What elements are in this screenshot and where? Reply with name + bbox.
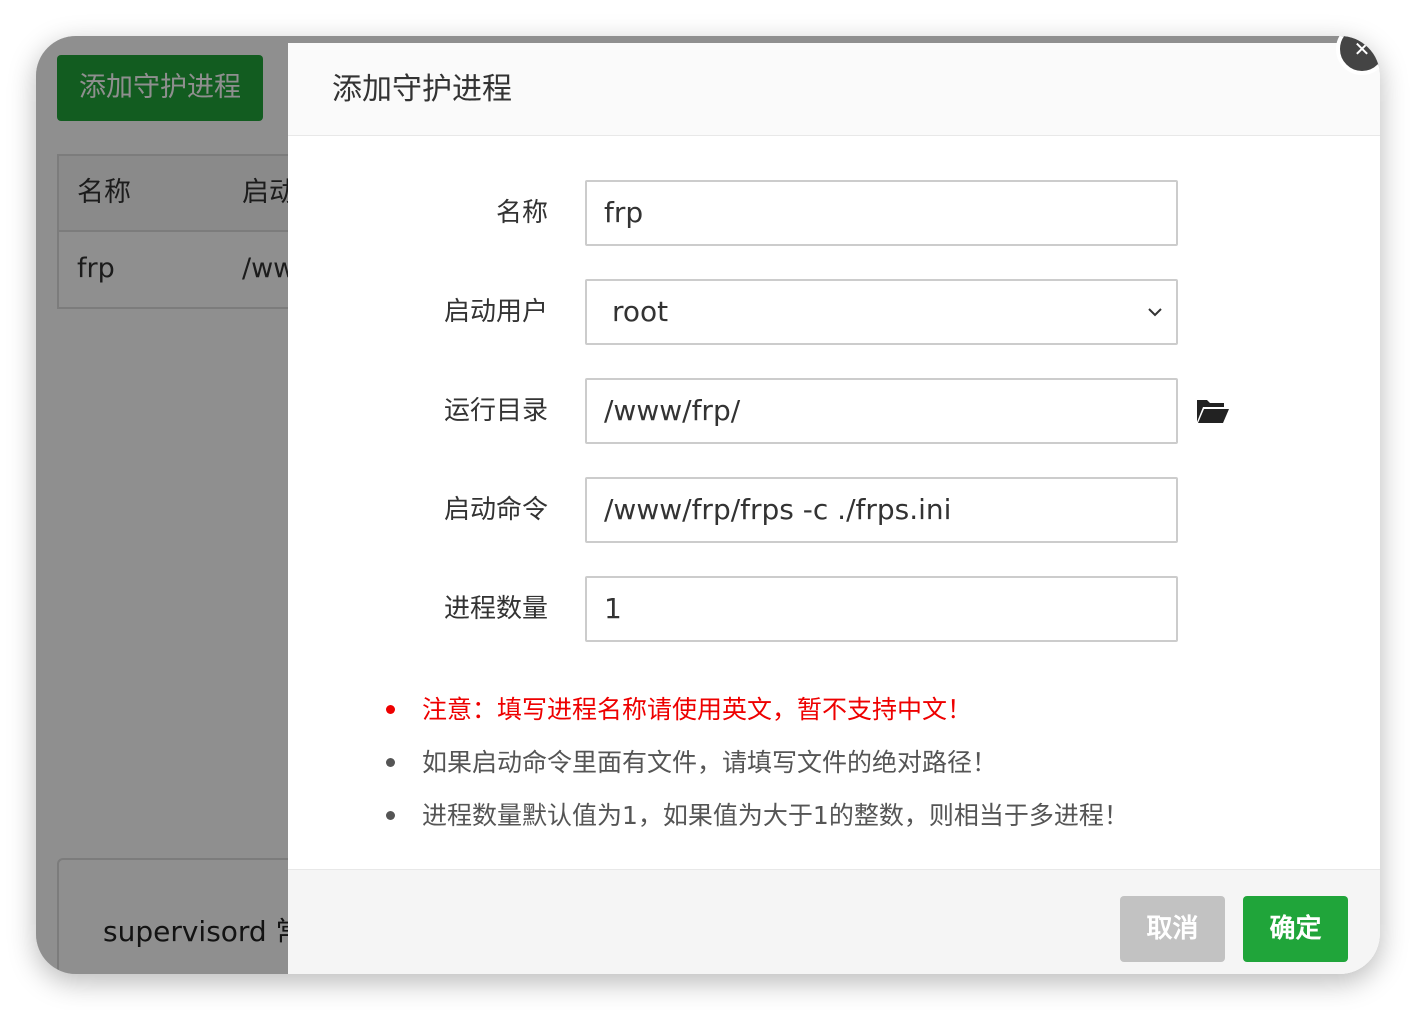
bullet-icon <box>386 758 395 767</box>
user-select[interactable]: root <box>585 279 1178 345</box>
command-row: 启动命令 /www/frp/frps -c ./frps.ini <box>288 477 1380 543</box>
note-text: 如果启动命令里面有文件，请填写文件的绝对路径！ <box>422 748 998 777</box>
name-row: 名称 frp <box>288 180 1380 246</box>
note-warning: 注意：填写进程名称请使用英文，暂不支持中文！ <box>382 683 1129 736</box>
dialog-title: 添加守护进程 <box>332 72 512 107</box>
cancel-button[interactable]: 取消 <box>1120 896 1225 962</box>
chevron-down-icon <box>1148 308 1162 317</box>
dialog-header: 添加守护进程 <box>288 43 1380 136</box>
user-select-value: root <box>612 295 669 328</box>
confirm-button[interactable]: 确定 <box>1243 896 1348 962</box>
bullet-icon <box>386 811 395 820</box>
count-input[interactable]: 1 <box>585 576 1178 642</box>
directory-label: 运行目录 <box>443 396 548 426</box>
command-input[interactable]: /www/frp/frps -c ./frps.ini <box>585 477 1178 543</box>
folder-open-icon[interactable] <box>1196 396 1230 426</box>
dialog-footer: 取消 确定 <box>288 869 1380 974</box>
user-label: 启动用户 <box>443 297 548 327</box>
bullet-icon <box>386 705 395 714</box>
app-window: 添加守护进程 名称 启动 frp /ww supervisord 常 添加守护进… <box>36 36 1380 974</box>
count-label: 进程数量 <box>443 594 548 624</box>
notes-list: 注意：填写进程名称请使用英文，暂不支持中文！ 如果启动命令里面有文件，请填写文件… <box>382 683 1129 842</box>
note-item: 进程数量默认值为1，如果值为大于1的整数，则相当于多进程！ <box>382 789 1129 842</box>
note-text: 进程数量默认值为1，如果值为大于1的整数，则相当于多进程！ <box>422 801 1129 830</box>
name-label: 名称 <box>495 198 548 228</box>
note-text: 注意：填写进程名称请使用英文，暂不支持中文！ <box>422 695 973 724</box>
note-item: 如果启动命令里面有文件，请填写文件的绝对路径！ <box>382 736 1129 789</box>
count-row: 进程数量 1 <box>288 576 1380 642</box>
directory-row: 运行目录 /www/frp/ <box>288 378 1380 444</box>
command-label: 启动命令 <box>443 495 548 525</box>
user-row: 启动用户 root <box>288 279 1380 345</box>
name-input[interactable]: frp <box>585 180 1178 246</box>
add-daemon-dialog: 添加守护进程 ✕ 名称 frp 启动用户 root 运行目录 /www/frp/ <box>288 36 1380 974</box>
directory-input[interactable]: /www/frp/ <box>585 378 1178 444</box>
